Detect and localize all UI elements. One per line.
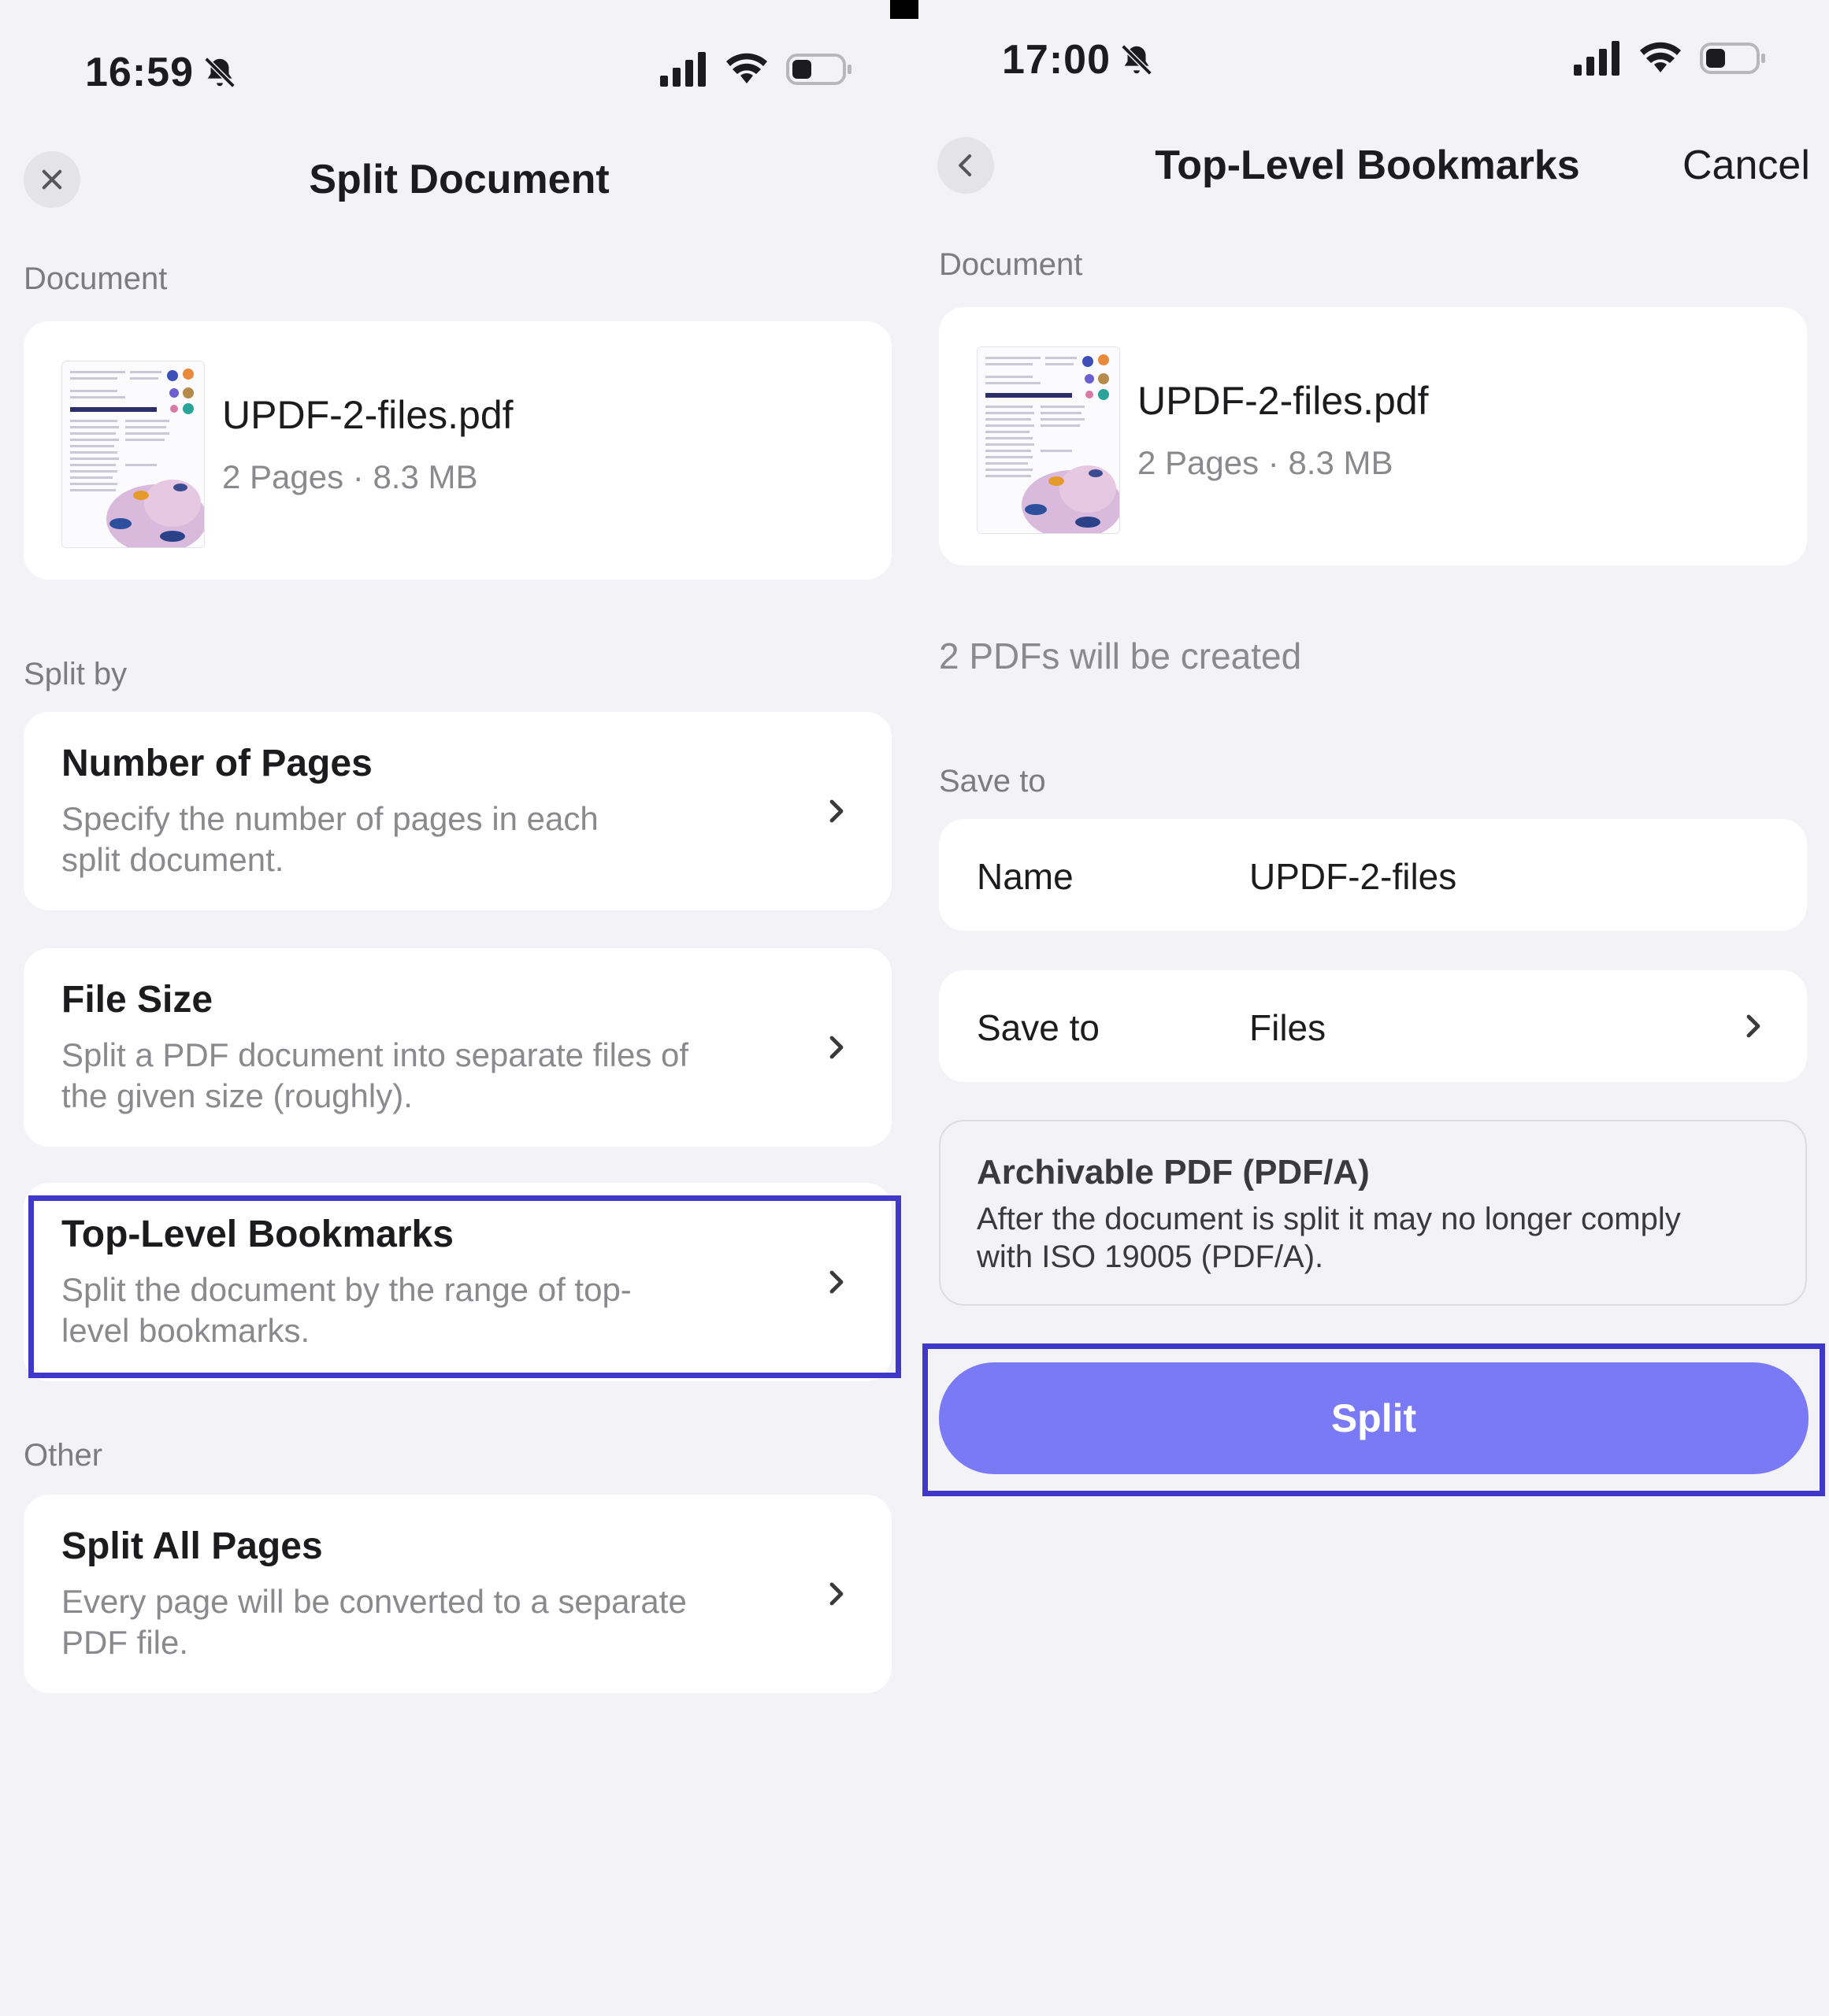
option-description-line2: the given size (roughly).	[61, 1077, 413, 1114]
option-split-all-pages[interactable]: Split All Pages Every page will be conve…	[24, 1495, 892, 1693]
option-description-line1: Specify the number of pages in each	[61, 800, 599, 837]
wifi-icon	[1640, 42, 1681, 72]
battery-icon	[786, 54, 851, 85]
status-time: 17:00	[1002, 36, 1155, 83]
cancel-button[interactable]: Cancel	[1682, 142, 1810, 189]
bell-muted-icon	[204, 57, 236, 88]
thumbnail-image	[62, 361, 204, 547]
document-thumbnail	[61, 361, 205, 548]
option-title: Split All Pages	[61, 1525, 323, 1567]
wifi-icon	[726, 53, 767, 83]
back-button[interactable]	[937, 137, 994, 194]
document-meta: 2 Pages · 8.3 MB	[1137, 444, 1393, 481]
name-field[interactable]: UPDF-2-files	[1249, 855, 1456, 898]
split-document-screen: 16:59 Split Document Document UPDF-2-fil…	[0, 0, 918, 2016]
chevron-right-icon	[1746, 1014, 1760, 1038]
save-location-value: Files	[1249, 1007, 1326, 1048]
name-label: Name	[977, 856, 1074, 897]
status-icons	[1574, 41, 1766, 76]
close-button[interactable]	[24, 151, 80, 208]
archivable-desc-line2: with ISO 19005 (PDF/A).	[977, 1240, 1324, 1274]
battery-icon	[1700, 43, 1765, 74]
document-card: UPDF-2-files.pdf 2 Pages · 8.3 MB	[939, 307, 1807, 565]
option-title: File Size	[61, 979, 213, 1021]
name-row[interactable]: Name UPDF-2-files	[939, 819, 1807, 931]
document-section-label: Document	[939, 247, 1083, 282]
document-card: UPDF-2-files.pdf 2 Pages · 8.3 MB	[24, 321, 892, 580]
status-time: 16:59	[85, 49, 238, 96]
signal-icon	[1574, 41, 1619, 76]
thumbnail-image	[978, 347, 1119, 533]
document-meta: 2 Pages · 8.3 MB	[222, 458, 478, 495]
top-level-bookmarks-screen: 17:00 Top-Level Bookmarks Cancel Documen…	[918, 0, 1829, 2016]
highlight-box	[922, 1343, 1825, 1496]
status-time-text: 17:00	[1002, 37, 1111, 83]
archivable-pdf-notice: Archivable PDF (PDF/A) After the documen…	[939, 1120, 1807, 1306]
chevron-right-icon	[829, 1582, 844, 1606]
document-thumbnail	[977, 346, 1120, 534]
option-number-of-pages[interactable]: Number of Pages Specify the number of pa…	[24, 712, 892, 910]
page-title: Top-Level Bookmarks	[1155, 143, 1580, 188]
archivable-title: Archivable PDF (PDF/A)	[977, 1153, 1370, 1191]
option-description-line2: PDF file.	[61, 1624, 189, 1661]
document-name: UPDF-2-files.pdf	[222, 393, 514, 437]
archivable-desc-line1: After the document is split it may no lo…	[977, 1202, 1681, 1236]
page-title: Split Document	[309, 157, 610, 202]
save-to-label: Save to	[977, 1007, 1100, 1048]
bell-muted-icon	[1121, 44, 1152, 76]
signal-icon	[660, 52, 706, 87]
status-time-text: 16:59	[85, 50, 194, 95]
highlight-box	[28, 1195, 901, 1378]
status-icons	[660, 52, 852, 87]
pdfs-created-label: 2 PDFs will be created	[939, 636, 1302, 676]
save-location-row[interactable]: Save to Files	[939, 970, 1807, 1082]
close-icon	[42, 169, 62, 190]
option-file-size[interactable]: File Size Split a PDF document into sepa…	[24, 948, 892, 1147]
document-section-label: Document	[24, 261, 168, 296]
split-by-section-label: Split by	[24, 657, 128, 691]
option-title: Number of Pages	[61, 743, 373, 784]
option-description-line1: Split a PDF document into separate files…	[61, 1036, 689, 1073]
chevron-right-icon	[829, 799, 844, 823]
save-to-section-label: Save to	[939, 764, 1046, 799]
other-section-label: Other	[24, 1438, 103, 1473]
option-description-line1: Every page will be converted to a separa…	[61, 1583, 687, 1620]
document-name: UPDF-2-files.pdf	[1137, 379, 1429, 423]
panel-divider	[890, 0, 922, 19]
chevron-right-icon	[829, 1036, 844, 1059]
option-description-line2: split document.	[61, 841, 284, 878]
chevron-left-icon	[959, 154, 972, 176]
